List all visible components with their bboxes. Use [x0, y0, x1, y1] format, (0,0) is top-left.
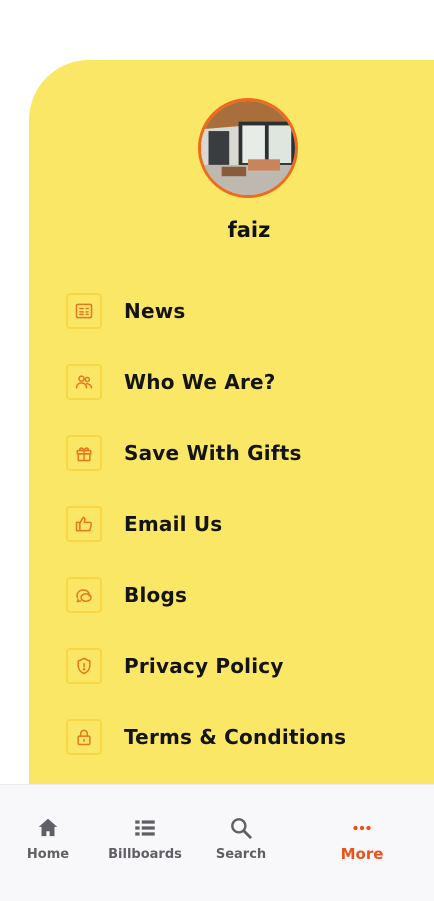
nav-billboards-label: Billboards	[108, 847, 182, 862]
nav-search-label: Search	[215, 847, 267, 862]
nav-home[interactable]: Home	[3, 815, 93, 862]
profile-photo	[201, 101, 295, 195]
menu-label-terms-and-conditions: Terms & Conditions	[124, 725, 347, 749]
menu-item-privacy-policy[interactable]: Privacy Policy	[66, 647, 426, 685]
thumbs-up-icon	[66, 506, 102, 542]
menu-label-blogs: Blogs	[124, 583, 188, 607]
menu-label-email-us: Email Us	[124, 512, 223, 536]
menu-item-save-with-gifts[interactable]: Save With Gifts	[66, 434, 426, 472]
menu-item-news[interactable]: News	[66, 292, 426, 330]
gift-icon	[66, 435, 102, 471]
menu-item-terms-and-conditions[interactable]: Terms & Conditions	[66, 718, 426, 756]
nav-home-label: Home	[26, 847, 70, 862]
profile-username: faiz	[227, 218, 271, 242]
more-dots-icon	[353, 825, 371, 831]
menu-label-news: News	[124, 299, 186, 323]
menu-label-save-with-gifts: Save With Gifts	[124, 441, 302, 465]
search-icon	[231, 818, 252, 839]
nav-billboards[interactable]: Billboards	[100, 815, 190, 862]
lock-icon	[66, 719, 102, 755]
nav-more-label: More	[340, 845, 384, 863]
nav-search[interactable]: Search	[196, 815, 286, 862]
nav-more[interactable]: More	[317, 815, 407, 863]
menu-item-who-we-are[interactable]: Who We Are?	[66, 363, 426, 401]
bottom-navigation: Home Billboards Search More	[0, 784, 434, 901]
menu-label-who-we-are: Who We Are?	[124, 370, 276, 394]
shield-icon	[66, 648, 102, 684]
people-icon	[66, 364, 102, 400]
menu-label-privacy-policy: Privacy Policy	[124, 654, 284, 678]
menu-item-blogs[interactable]: Blogs	[66, 576, 426, 614]
avatar[interactable]	[198, 98, 298, 198]
menu-item-email-us[interactable]: Email Us	[66, 505, 426, 543]
newspaper-icon	[66, 293, 102, 329]
chat-bubbles-icon	[66, 577, 102, 613]
home-icon	[38, 818, 58, 837]
list-icon	[135, 820, 155, 836]
